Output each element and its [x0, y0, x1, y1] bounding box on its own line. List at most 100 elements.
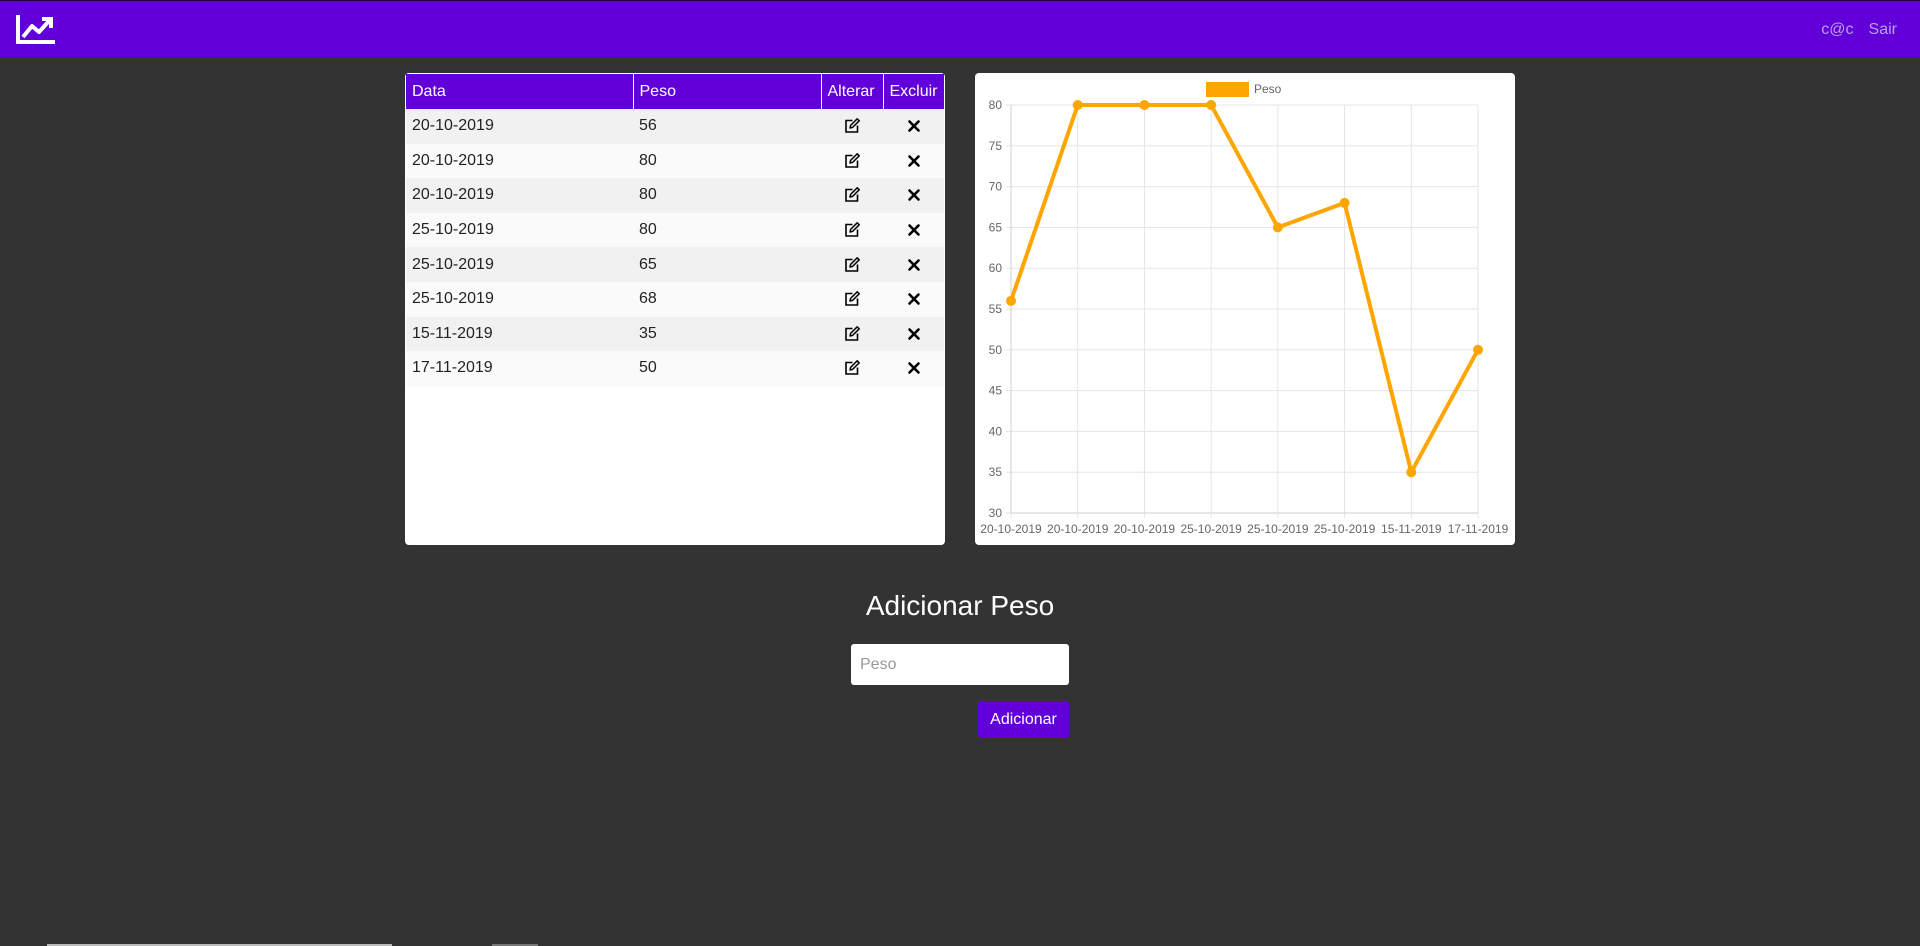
edit-icon[interactable] [843, 256, 861, 274]
delete-cell [883, 212, 944, 248]
edit-cell [821, 109, 883, 144]
close-icon[interactable] [905, 117, 923, 135]
header-data: Data [406, 74, 634, 109]
edit-cell [821, 178, 883, 213]
table-row: 17-11-2019 50 [406, 351, 944, 386]
y-tick-label: 40 [989, 424, 1003, 438]
x-tick-label: 25-10-2019 [1247, 522, 1309, 536]
y-tick-label: 60 [989, 261, 1003, 275]
row-weight: 50 [633, 351, 821, 386]
close-icon[interactable] [905, 152, 923, 170]
table-row: 25-10-2019 65 [406, 247, 944, 282]
legend-swatch [1206, 82, 1249, 97]
x-tick-label: 20-10-2019 [1047, 522, 1109, 536]
weight-chart: 30 35 40 45 50 55 60 65 70 75 80 20-10-2019 20-10-20… [980, 82, 1509, 536]
delete-cell [883, 109, 944, 144]
edit-icon[interactable] [843, 325, 861, 343]
data-point [1006, 295, 1016, 306]
edit-icon[interactable] [843, 290, 861, 308]
data-point [1406, 467, 1417, 478]
row-date: 20-10-2019 [406, 178, 633, 213]
series-line [1009, 103, 1480, 475]
peso-input[interactable] [851, 644, 1069, 685]
delete-cell [883, 178, 944, 213]
close-icon[interactable] [905, 221, 923, 239]
row-weight: 80 [633, 212, 821, 248]
edit-cell [821, 281, 883, 317]
weights-table: Data Peso Alterar Excluir 20-10-2019 56 20… [406, 74, 944, 386]
x-tick-label: 25-10-2019 [1180, 522, 1242, 536]
table-header-row: Data Peso Alterar Excluir [406, 74, 944, 109]
user-link[interactable]: c@c [1821, 21, 1853, 39]
header-peso: Peso [633, 74, 822, 109]
y-tick-label: 50 [989, 343, 1003, 357]
edit-cell [821, 316, 883, 352]
edit-cell [821, 247, 883, 282]
close-icon[interactable] [905, 186, 923, 204]
row-date: 25-10-2019 [406, 212, 633, 248]
edit-cell [821, 351, 883, 386]
legend-label: Peso [1254, 82, 1282, 96]
row-date: 25-10-2019 [406, 247, 633, 282]
close-icon[interactable] [905, 256, 923, 274]
table-row: 20-10-2019 56 [406, 109, 944, 144]
y-tick-label: 45 [989, 384, 1003, 398]
add-button[interactable]: Adicionar [978, 701, 1069, 738]
table-row: 25-10-2019 68 [406, 281, 944, 317]
y-tick-label: 30 [989, 506, 1003, 520]
edit-icon[interactable] [843, 359, 861, 377]
weight-chart-card: 30 35 40 45 50 55 60 65 70 75 80 20-10-2019 20-10-20… [975, 73, 1515, 545]
header-alterar: Alterar [821, 74, 884, 109]
row-date: 15-11-2019 [406, 316, 633, 352]
table-body: 20-10-2019 56 20-10-2019 80 20-10-2019 80 25-1… [406, 109, 944, 386]
row-weight: 56 [633, 109, 821, 144]
logout-link[interactable]: Sair [1869, 21, 1897, 39]
close-icon[interactable] [905, 290, 923, 308]
row-weight: 80 [633, 178, 821, 213]
weights-table-card: Data Peso Alterar Excluir 20-10-2019 56 20… [405, 73, 945, 545]
edit-icon[interactable] [843, 152, 861, 170]
close-icon[interactable] [905, 359, 923, 377]
delete-cell [883, 143, 944, 179]
delete-cell [883, 316, 944, 352]
edit-cell [821, 212, 883, 248]
delete-cell [883, 351, 944, 386]
y-tick-label: 70 [989, 180, 1003, 194]
row-weight: 35 [633, 316, 821, 352]
y-tick-label: 65 [989, 220, 1003, 234]
chart-line-icon[interactable] [15, 13, 57, 45]
table-row: 25-10-2019 80 [406, 212, 944, 248]
delete-cell [883, 281, 944, 317]
data-point [1072, 100, 1083, 110]
delete-cell [883, 247, 944, 282]
y-tick-label: 35 [989, 465, 1003, 479]
data-point [1272, 222, 1283, 233]
y-tick-label: 55 [989, 302, 1003, 316]
header-excluir: Excluir [883, 74, 944, 109]
y-tick-label: 75 [989, 139, 1003, 153]
x-tick-label: 20-10-2019 [980, 522, 1042, 536]
data-point [1139, 100, 1150, 110]
row-date: 20-10-2019 [406, 143, 633, 179]
x-tick-label: 25-10-2019 [1314, 522, 1376, 536]
table-row: 15-11-2019 35 [406, 316, 944, 352]
edit-icon[interactable] [843, 186, 861, 204]
form-title: Adicionar Peso [865, 590, 1055, 621]
table-row: 20-10-2019 80 [406, 178, 944, 213]
close-icon[interactable] [905, 325, 923, 343]
row-date: 25-10-2019 [406, 281, 633, 317]
data-point [1339, 197, 1350, 208]
edit-icon[interactable] [843, 117, 861, 135]
y-tick-label: 80 [989, 98, 1003, 112]
row-date: 17-11-2019 [406, 351, 633, 386]
edit-cell [821, 143, 883, 179]
row-date: 20-10-2019 [406, 109, 633, 144]
edit-icon[interactable] [843, 221, 861, 239]
table-row: 20-10-2019 80 [406, 143, 944, 179]
data-point [1473, 344, 1483, 355]
row-weight: 68 [633, 281, 821, 317]
x-tick-label: 20-10-2019 [1114, 522, 1176, 536]
navbar: c@c Sair [0, 0, 1920, 57]
x-tick-label: 17-11-2019 [1448, 522, 1509, 536]
x-tick-label: 15-11-2019 [1381, 522, 1442, 536]
